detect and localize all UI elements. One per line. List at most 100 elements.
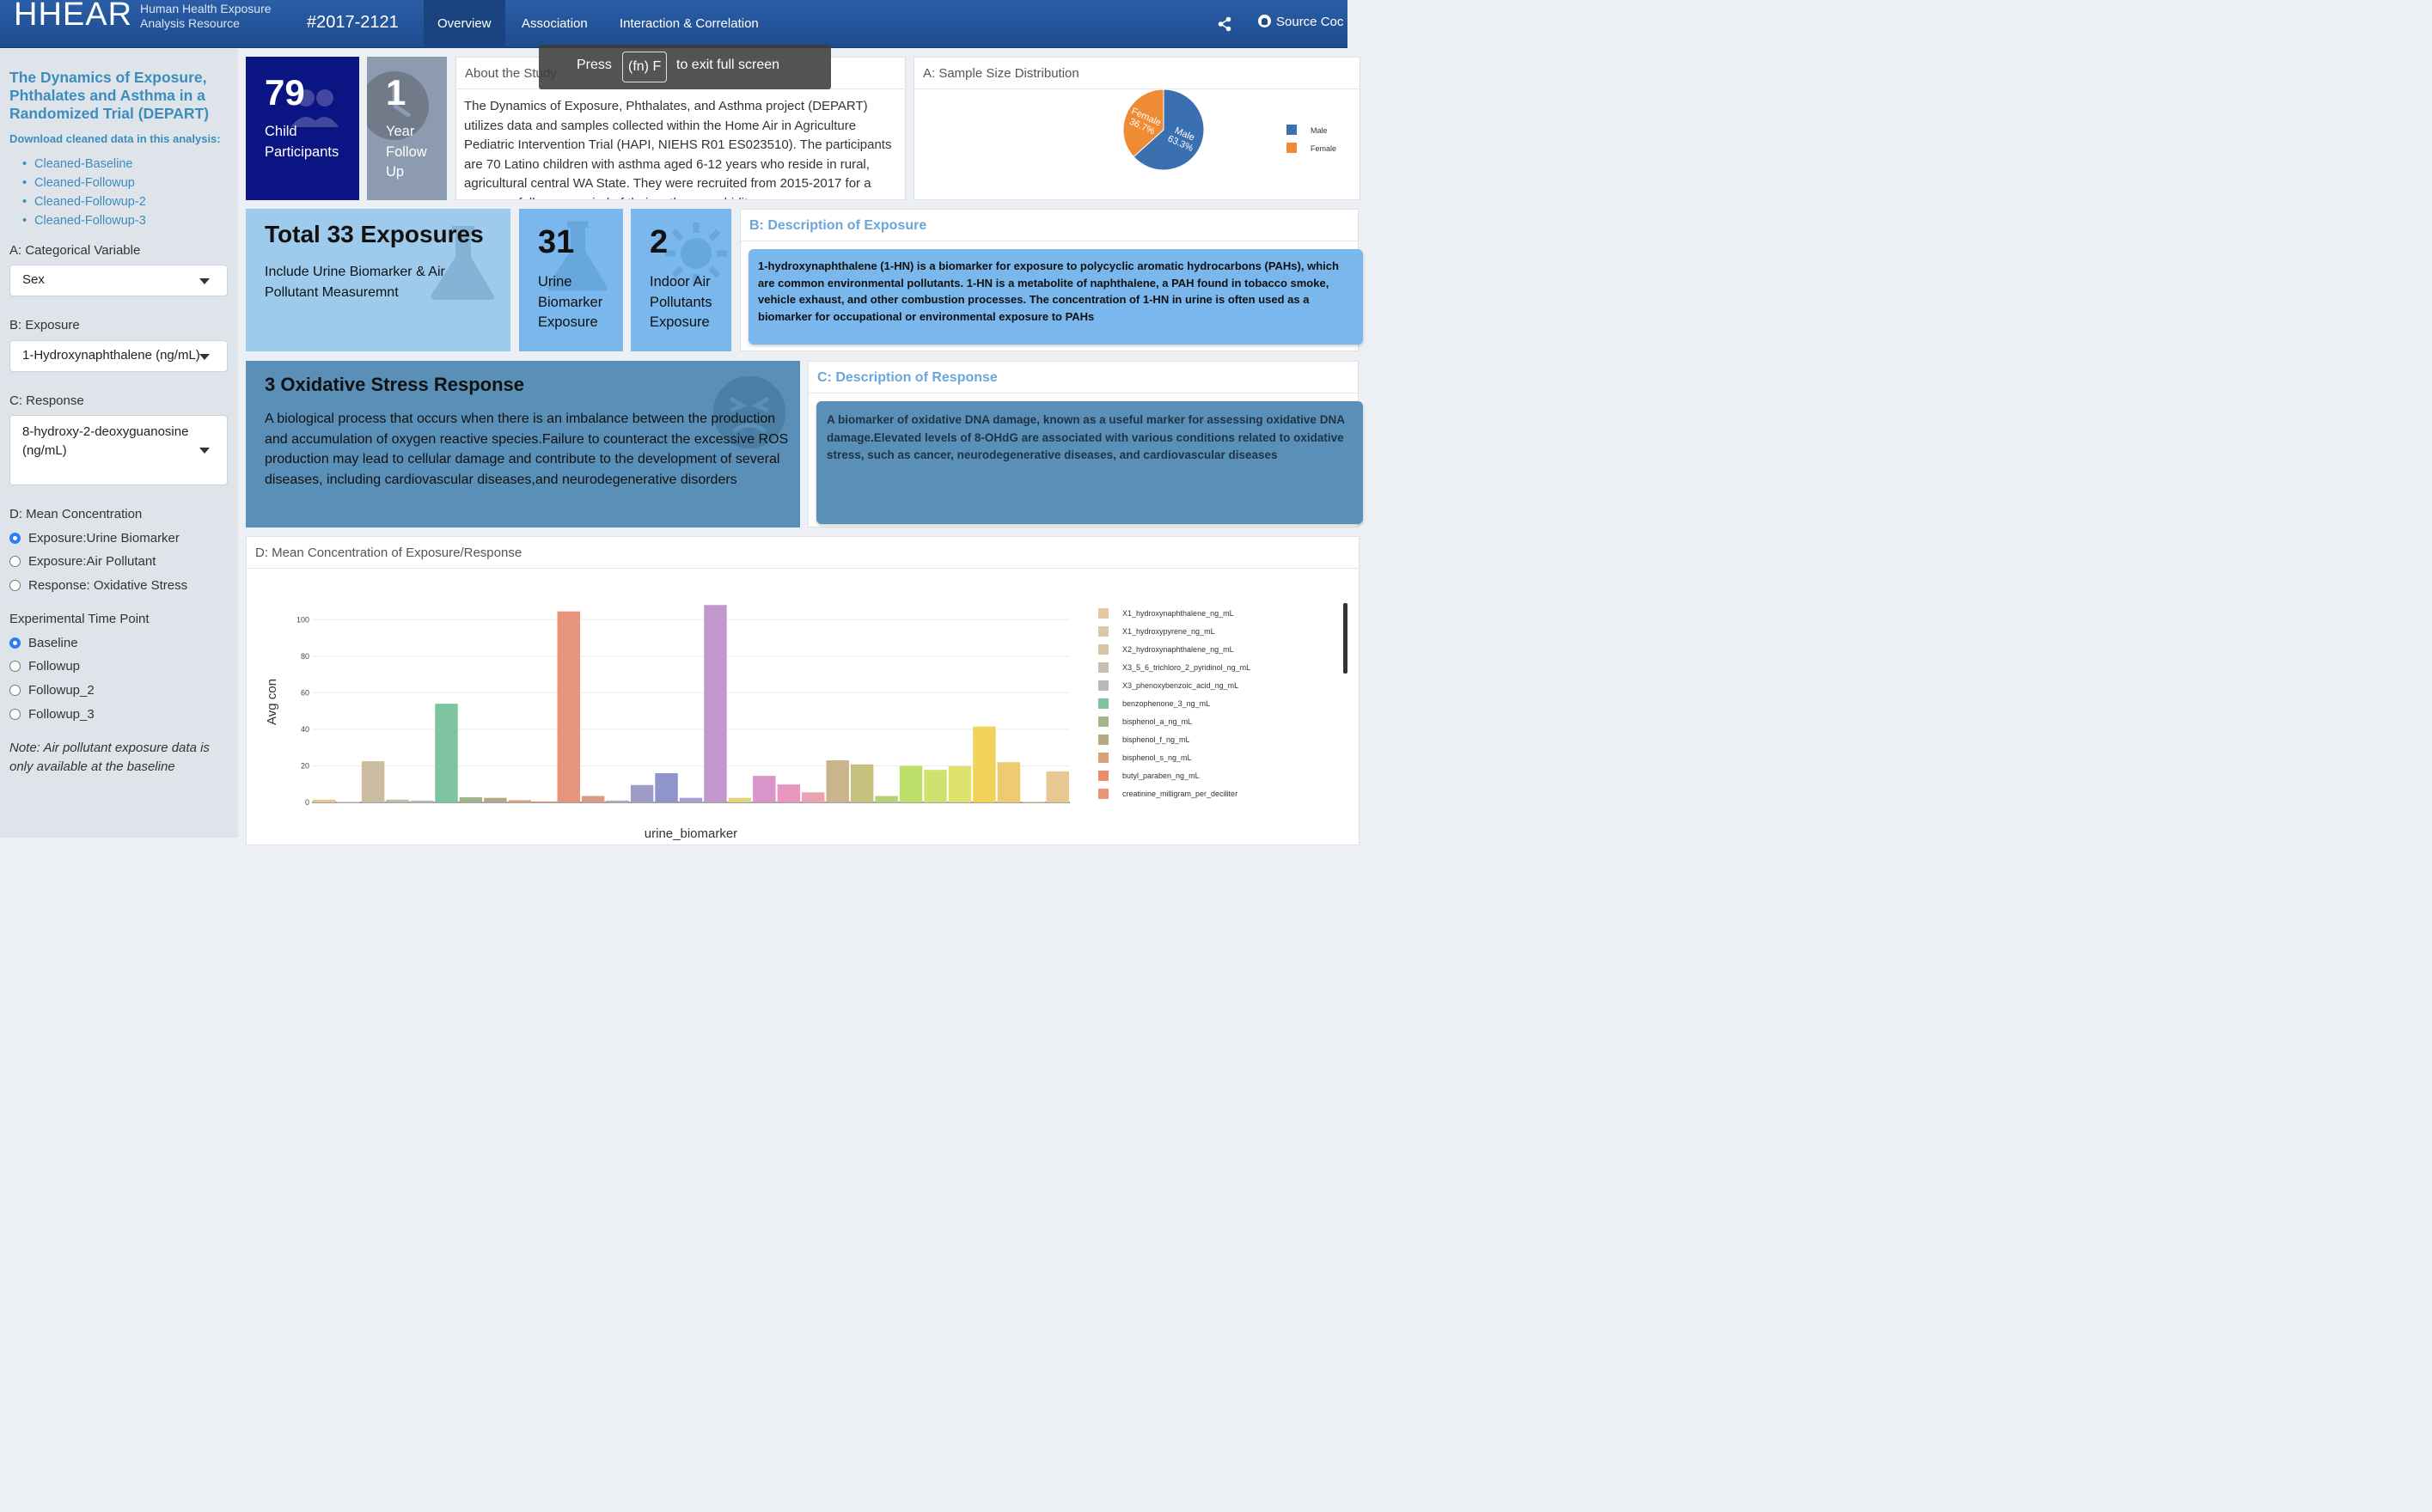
- exposures-title: Total 33 Exposures: [265, 221, 484, 247]
- mean-concentration-bar-chart: 0 20 40 60 80 100 Avg con urine_biomarker X1_hyd…: [265, 605, 1250, 841]
- indoor-air-label: Indoor Air Pollutants Exposure: [650, 272, 712, 333]
- bar: [361, 761, 385, 802]
- time-point-label: Experimental Time Point: [9, 612, 150, 626]
- study-title: The Dynamics of Exposure, Phthalates and…: [9, 69, 210, 122]
- response-description-panel: C: Description of Response A biomarker o…: [808, 361, 1363, 527]
- tab-interaction-correlation[interactable]: Interaction & Correlation: [606, 0, 773, 48]
- radio-label: Response: Oxidative Stress: [28, 578, 188, 593]
- download-link-baseline[interactable]: Cleaned-Baseline: [22, 157, 133, 171]
- legend-label-male: Male: [1311, 126, 1328, 135]
- urine-biomarker-box: 31 Urine Biomarker Exposure: [519, 209, 623, 351]
- urine-biomarker-count: 31: [538, 224, 575, 260]
- indoor-air-count: 2: [650, 224, 669, 260]
- download-label: Download cleaned data in this analysis:: [9, 132, 221, 145]
- bar: [826, 760, 849, 802]
- radio-dot: [9, 709, 21, 720]
- chevron-down-icon: [199, 354, 210, 360]
- oxidative-stress-title: 3 Oxidative Stress Response: [265, 374, 525, 395]
- radio-air-pollutant[interactable]: Exposure:Air Pollutant: [9, 554, 156, 570]
- exposure-select[interactable]: 1-Hydroxynaphthalene (ng/mL): [9, 340, 228, 372]
- categorical-variable-value: Sex: [22, 272, 45, 287]
- exposure-label: B: Exposure: [9, 318, 80, 332]
- bar: [557, 611, 580, 802]
- radio-dot: [9, 556, 21, 567]
- radio-followup-3[interactable]: Followup_3: [9, 707, 95, 722]
- legend-label: X3_phenoxybenzoic_acid_ng_mL: [1122, 681, 1238, 690]
- bar: [704, 605, 727, 802]
- mean-concentration-panel: D: Mean Concentration of Exposure/Respon…: [246, 536, 1360, 845]
- download-link-followup-3[interactable]: Cleaned-Followup-3: [22, 214, 146, 228]
- bar: [802, 792, 825, 802]
- share-icon[interactable]: [1218, 16, 1231, 32]
- label-line: Pollutants: [650, 294, 712, 310]
- label-line: Exposure: [538, 314, 598, 330]
- radio-label: Baseline: [28, 636, 78, 650]
- radio-dot: [9, 637, 21, 649]
- followup-label: Year Follow Up: [386, 122, 427, 183]
- study-id: #2017-2121: [307, 13, 399, 32]
- chevron-down-icon: [199, 278, 210, 284]
- bar: [655, 772, 678, 802]
- indoor-air-box: 2 Indoor Air Pollutants Exposure: [631, 209, 731, 351]
- github-icon: [1258, 15, 1271, 27]
- label-line: Biomarker: [538, 294, 603, 310]
- radio-label: Followup: [28, 659, 81, 674]
- label-line: Indoor Air: [650, 274, 711, 290]
- bar: [459, 797, 483, 802]
- label-line: Child: [265, 124, 297, 139]
- response-select[interactable]: 8-hydroxy-2-deoxyguanosine (ng/mL): [9, 415, 228, 485]
- bar: [435, 704, 458, 802]
- response-description-text: A biomarker of oxidative DNA damage, kno…: [816, 401, 1363, 524]
- mean-concentration-label: D: Mean Concentration: [9, 507, 143, 521]
- bar: [386, 799, 409, 802]
- y-tick-label: 60: [301, 688, 309, 697]
- y-tick-label: 20: [301, 761, 309, 770]
- legend-swatch: [1098, 753, 1109, 763]
- legend-label: bisphenol_a_ng_mL: [1122, 717, 1192, 726]
- legend-swatch-male: [1286, 125, 1297, 135]
- y-tick-label: 40: [301, 725, 309, 734]
- radio-followup-2[interactable]: Followup_2: [9, 683, 95, 698]
- bar: [1046, 771, 1070, 802]
- tooltip-text: to exit full screen: [676, 58, 780, 72]
- response-value: 8-hydroxy-2-deoxyguanosine (ng/mL): [22, 424, 189, 458]
- baseline-note: Note: Air pollutant exposure data is onl…: [9, 741, 210, 774]
- radio-dot: [9, 533, 21, 544]
- legend-swatch: [1098, 608, 1109, 619]
- bar: [850, 764, 874, 802]
- radio-label: Exposure:Air Pollutant: [28, 554, 156, 569]
- radio-dot: [9, 661, 21, 672]
- download-link-followup-2[interactable]: Cleaned-Followup-2: [22, 195, 146, 209]
- source-code-link[interactable]: Source Coc: [1258, 15, 1343, 29]
- bar: [948, 765, 972, 802]
- fullscreen-tooltip: Press (fn) F to exit full screen: [539, 45, 831, 89]
- radio-baseline[interactable]: Baseline: [9, 636, 78, 651]
- tab-overview[interactable]: Overview: [424, 0, 505, 48]
- exposure-value: 1-Hydroxynaphthalene (ng/mL): [22, 348, 200, 363]
- bar: [899, 765, 923, 802]
- scrollbar-thumb[interactable]: [1343, 603, 1347, 674]
- label-line: Include Urine Biomarker & Air: [265, 265, 445, 279]
- categorical-variable-select[interactable]: Sex: [9, 265, 228, 296]
- bar: [875, 796, 898, 802]
- radio-followup[interactable]: Followup: [9, 659, 80, 674]
- exposure-description-text: 1-hydroxynaphthalene (1-HN) is a biomark…: [749, 249, 1363, 344]
- pie-panel-title: A: Sample Size Distribution: [923, 66, 1079, 81]
- bar-panel-title: D: Mean Concentration of Exposure/Respon…: [255, 546, 522, 560]
- legend-label: X1_hydroxynaphthalene_ng_mL: [1122, 609, 1234, 618]
- followup-years: 1: [386, 72, 406, 113]
- radio-label: Followup_3: [28, 707, 95, 722]
- tab-association[interactable]: Association: [508, 0, 602, 48]
- legend-swatch: [1098, 662, 1109, 673]
- y-tick-label: 100: [296, 615, 309, 624]
- bar: [679, 797, 703, 802]
- download-link-followup[interactable]: Cleaned-Followup: [22, 176, 135, 190]
- legend-label: bisphenol_f_ng_mL: [1122, 735, 1190, 744]
- bar: [753, 776, 776, 802]
- hhear-logo[interactable]: HHEAR: [14, 0, 132, 34]
- label-line: Up: [386, 164, 405, 180]
- radio-oxidative-stress[interactable]: Response: Oxidative Stress: [9, 578, 187, 594]
- radio-urine-biomarker[interactable]: Exposure:Urine Biomarker: [9, 531, 180, 546]
- bar: [312, 799, 336, 802]
- logo-subtitle: Human Health Exposure Analysis Resource: [140, 2, 272, 30]
